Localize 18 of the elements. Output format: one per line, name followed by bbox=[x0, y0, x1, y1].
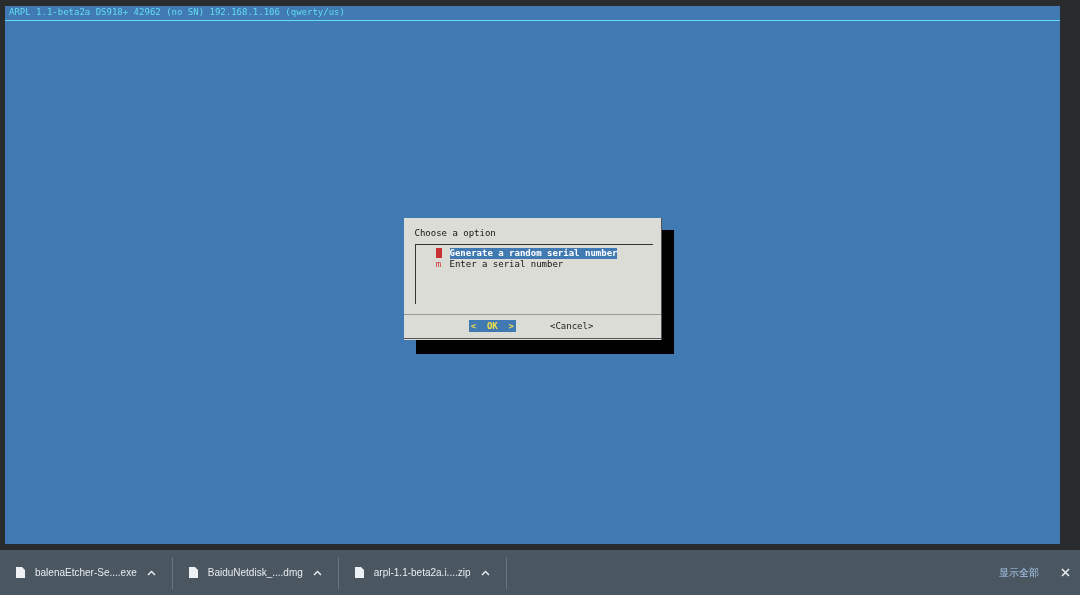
download-name[interactable]: arpl-1.1-beta2a.i....zip bbox=[373, 567, 471, 578]
dialog-title: Choose a option bbox=[414, 227, 497, 238]
chevron-up-icon[interactable] bbox=[146, 569, 156, 576]
item-tag: m bbox=[435, 259, 442, 269]
dialog-button[interactable]: < OK > bbox=[468, 319, 516, 332]
file-icon bbox=[188, 567, 198, 578]
terminal-header: ARPL 1.1-beta2a DS918+ 42962 (no SN) 192.168.1.106 (qwerty/us) bbox=[5, 6, 1060, 21]
chevron-up-icon[interactable] bbox=[480, 569, 490, 576]
close-icon[interactable] bbox=[1061, 568, 1070, 577]
dialog-button[interactable]: <Cancel> bbox=[548, 319, 596, 332]
show-all-link[interactable]: 显示全部 bbox=[999, 565, 1039, 580]
menu-item[interactable]: Generate a random serial number bbox=[449, 247, 618, 259]
file-icon bbox=[16, 567, 25, 578]
download-name[interactable]: balenaEtcher-Se....exe bbox=[35, 567, 137, 578]
download-name[interactable]: BaiduNetdisk_....dmg bbox=[207, 567, 303, 578]
menu-item[interactable]: Enter a serial number bbox=[449, 258, 564, 270]
file-icon bbox=[354, 567, 364, 578]
chevron-up-icon[interactable] bbox=[312, 569, 322, 576]
